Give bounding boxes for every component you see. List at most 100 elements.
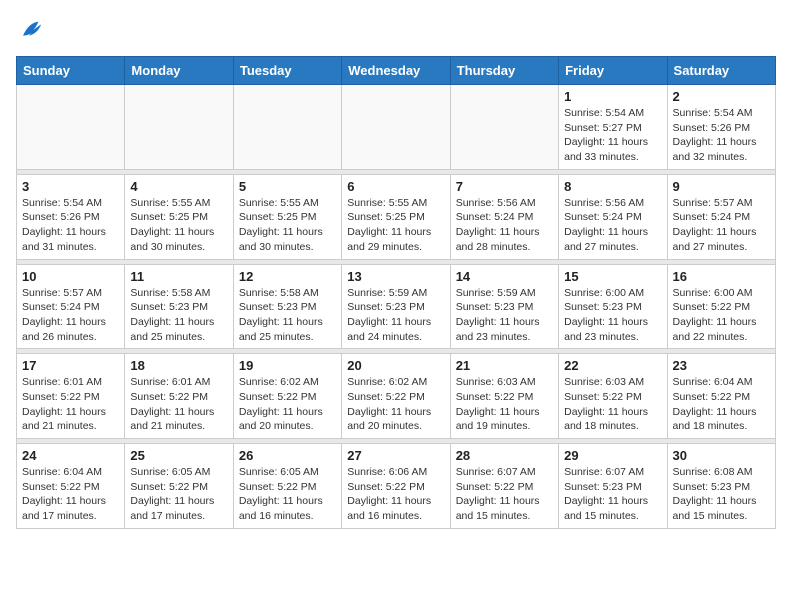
calendar-cell: 26 Sunrise: 6:05 AM Sunset: 5:22 PM Dayli… <box>233 444 341 529</box>
day-number: 26 <box>239 448 336 463</box>
calendar-header-row: SundayMondayTuesdayWednesdayThursdayFrid… <box>17 57 776 85</box>
day-info: Sunrise: 6:05 AM Sunset: 5:22 PM Dayligh… <box>239 465 336 524</box>
calendar-cell: 18 Sunrise: 6:01 AM Sunset: 5:22 PM Dayli… <box>125 354 233 439</box>
calendar-cell: 2 Sunrise: 5:54 AM Sunset: 5:26 PM Daylig… <box>667 85 775 170</box>
day-info: Sunrise: 6:04 AM Sunset: 5:22 PM Dayligh… <box>673 375 770 434</box>
logo <box>16 16 44 44</box>
day-number: 16 <box>673 269 770 284</box>
calendar-cell: 6 Sunrise: 5:55 AM Sunset: 5:25 PM Daylig… <box>342 174 450 259</box>
day-number: 19 <box>239 358 336 373</box>
day-number: 9 <box>673 179 770 194</box>
weekday-header-wednesday: Wednesday <box>342 57 450 85</box>
calendar-week-row: 24 Sunrise: 6:04 AM Sunset: 5:22 PM Dayli… <box>17 444 776 529</box>
day-info: Sunrise: 6:04 AM Sunset: 5:22 PM Dayligh… <box>22 465 119 524</box>
weekday-header-saturday: Saturday <box>667 57 775 85</box>
day-info: Sunrise: 5:59 AM Sunset: 5:23 PM Dayligh… <box>456 286 553 345</box>
day-number: 13 <box>347 269 444 284</box>
day-info: Sunrise: 6:05 AM Sunset: 5:22 PM Dayligh… <box>130 465 227 524</box>
page-header <box>16 16 776 44</box>
day-info: Sunrise: 5:54 AM Sunset: 5:26 PM Dayligh… <box>22 196 119 255</box>
day-number: 4 <box>130 179 227 194</box>
calendar-cell: 8 Sunrise: 5:56 AM Sunset: 5:24 PM Daylig… <box>559 174 667 259</box>
day-info: Sunrise: 6:07 AM Sunset: 5:23 PM Dayligh… <box>564 465 661 524</box>
day-number: 3 <box>22 179 119 194</box>
calendar-cell <box>125 85 233 170</box>
day-number: 28 <box>456 448 553 463</box>
day-info: Sunrise: 5:54 AM Sunset: 5:27 PM Dayligh… <box>564 106 661 165</box>
day-number: 25 <box>130 448 227 463</box>
day-info: Sunrise: 5:57 AM Sunset: 5:24 PM Dayligh… <box>22 286 119 345</box>
day-number: 11 <box>130 269 227 284</box>
day-info: Sunrise: 6:02 AM Sunset: 5:22 PM Dayligh… <box>239 375 336 434</box>
day-number: 21 <box>456 358 553 373</box>
day-number: 30 <box>673 448 770 463</box>
day-number: 29 <box>564 448 661 463</box>
day-number: 5 <box>239 179 336 194</box>
day-info: Sunrise: 5:58 AM Sunset: 5:23 PM Dayligh… <box>239 286 336 345</box>
calendar-cell: 25 Sunrise: 6:05 AM Sunset: 5:22 PM Dayli… <box>125 444 233 529</box>
calendar-cell: 13Sunrise: 5:59 AM Sunset: 5:23 PM Dayli… <box>342 264 450 349</box>
day-info: Sunrise: 6:06 AM Sunset: 5:22 PM Dayligh… <box>347 465 444 524</box>
weekday-header-thursday: Thursday <box>450 57 558 85</box>
calendar-cell <box>233 85 341 170</box>
day-number: 27 <box>347 448 444 463</box>
day-info: Sunrise: 6:00 AM Sunset: 5:22 PM Dayligh… <box>673 286 770 345</box>
calendar-cell: 14 Sunrise: 5:59 AM Sunset: 5:23 PM Dayli… <box>450 264 558 349</box>
calendar-cell: 16 Sunrise: 6:00 AM Sunset: 5:22 PM Dayli… <box>667 264 775 349</box>
day-info: Sunrise: 6:01 AM Sunset: 5:22 PM Dayligh… <box>130 375 227 434</box>
calendar-cell: 9Sunrise: 5:57 AM Sunset: 5:24 PM Daylig… <box>667 174 775 259</box>
day-info: Sunrise: 5:55 AM Sunset: 5:25 PM Dayligh… <box>347 196 444 255</box>
day-number: 14 <box>456 269 553 284</box>
day-number: 8 <box>564 179 661 194</box>
calendar-cell: 15 Sunrise: 6:00 AM Sunset: 5:23 PM Dayli… <box>559 264 667 349</box>
calendar-cell: 10 Sunrise: 5:57 AM Sunset: 5:24 PM Dayli… <box>17 264 125 349</box>
calendar-cell: 1Sunrise: 5:54 AM Sunset: 5:27 PM Daylig… <box>559 85 667 170</box>
calendar-week-row: 1Sunrise: 5:54 AM Sunset: 5:27 PM Daylig… <box>17 85 776 170</box>
day-number: 20 <box>347 358 444 373</box>
day-number: 15 <box>564 269 661 284</box>
weekday-header-tuesday: Tuesday <box>233 57 341 85</box>
day-number: 24 <box>22 448 119 463</box>
day-info: Sunrise: 6:03 AM Sunset: 5:22 PM Dayligh… <box>564 375 661 434</box>
weekday-header-friday: Friday <box>559 57 667 85</box>
day-number: 22 <box>564 358 661 373</box>
calendar-week-row: 10 Sunrise: 5:57 AM Sunset: 5:24 PM Dayli… <box>17 264 776 349</box>
day-number: 17 <box>22 358 119 373</box>
day-info: Sunrise: 6:03 AM Sunset: 5:22 PM Dayligh… <box>456 375 553 434</box>
calendar-cell: 20 Sunrise: 6:02 AM Sunset: 5:22 PM Dayli… <box>342 354 450 439</box>
calendar-cell: 12 Sunrise: 5:58 AM Sunset: 5:23 PM Dayli… <box>233 264 341 349</box>
calendar-cell <box>17 85 125 170</box>
calendar-cell: 23Sunrise: 6:04 AM Sunset: 5:22 PM Dayli… <box>667 354 775 439</box>
calendar-cell: 29 Sunrise: 6:07 AM Sunset: 5:23 PM Dayli… <box>559 444 667 529</box>
calendar-cell: 21 Sunrise: 6:03 AM Sunset: 5:22 PM Dayli… <box>450 354 558 439</box>
calendar-cell: 22 Sunrise: 6:03 AM Sunset: 5:22 PM Dayli… <box>559 354 667 439</box>
calendar-cell: 11 Sunrise: 5:58 AM Sunset: 5:23 PM Dayli… <box>125 264 233 349</box>
day-number: 6 <box>347 179 444 194</box>
calendar-cell: 24 Sunrise: 6:04 AM Sunset: 5:22 PM Dayli… <box>17 444 125 529</box>
logo-bird-icon <box>16 16 44 44</box>
calendar-cell: 4 Sunrise: 5:55 AM Sunset: 5:25 PM Daylig… <box>125 174 233 259</box>
calendar-cell: 17Sunrise: 6:01 AM Sunset: 5:22 PM Dayli… <box>17 354 125 439</box>
day-number: 12 <box>239 269 336 284</box>
weekday-header-monday: Monday <box>125 57 233 85</box>
day-info: Sunrise: 6:00 AM Sunset: 5:23 PM Dayligh… <box>564 286 661 345</box>
day-info: Sunrise: 5:55 AM Sunset: 5:25 PM Dayligh… <box>130 196 227 255</box>
calendar-cell: 19 Sunrise: 6:02 AM Sunset: 5:22 PM Dayli… <box>233 354 341 439</box>
day-info: Sunrise: 6:08 AM Sunset: 5:23 PM Dayligh… <box>673 465 770 524</box>
calendar-cell: 3 Sunrise: 5:54 AM Sunset: 5:26 PM Daylig… <box>17 174 125 259</box>
day-info: Sunrise: 5:54 AM Sunset: 5:26 PM Dayligh… <box>673 106 770 165</box>
weekday-header-sunday: Sunday <box>17 57 125 85</box>
day-info: Sunrise: 6:02 AM Sunset: 5:22 PM Dayligh… <box>347 375 444 434</box>
day-number: 2 <box>673 89 770 104</box>
day-number: 18 <box>130 358 227 373</box>
day-info: Sunrise: 6:07 AM Sunset: 5:22 PM Dayligh… <box>456 465 553 524</box>
day-number: 10 <box>22 269 119 284</box>
day-info: Sunrise: 5:55 AM Sunset: 5:25 PM Dayligh… <box>239 196 336 255</box>
calendar-cell: 30 Sunrise: 6:08 AM Sunset: 5:23 PM Dayli… <box>667 444 775 529</box>
day-info: Sunrise: 5:56 AM Sunset: 5:24 PM Dayligh… <box>564 196 661 255</box>
day-info: Sunrise: 5:56 AM Sunset: 5:24 PM Dayligh… <box>456 196 553 255</box>
calendar-cell <box>342 85 450 170</box>
day-info: Sunrise: 5:58 AM Sunset: 5:23 PM Dayligh… <box>130 286 227 345</box>
calendar-table: SundayMondayTuesdayWednesdayThursdayFrid… <box>16 56 776 529</box>
calendar-cell: 27 Sunrise: 6:06 AM Sunset: 5:22 PM Dayli… <box>342 444 450 529</box>
